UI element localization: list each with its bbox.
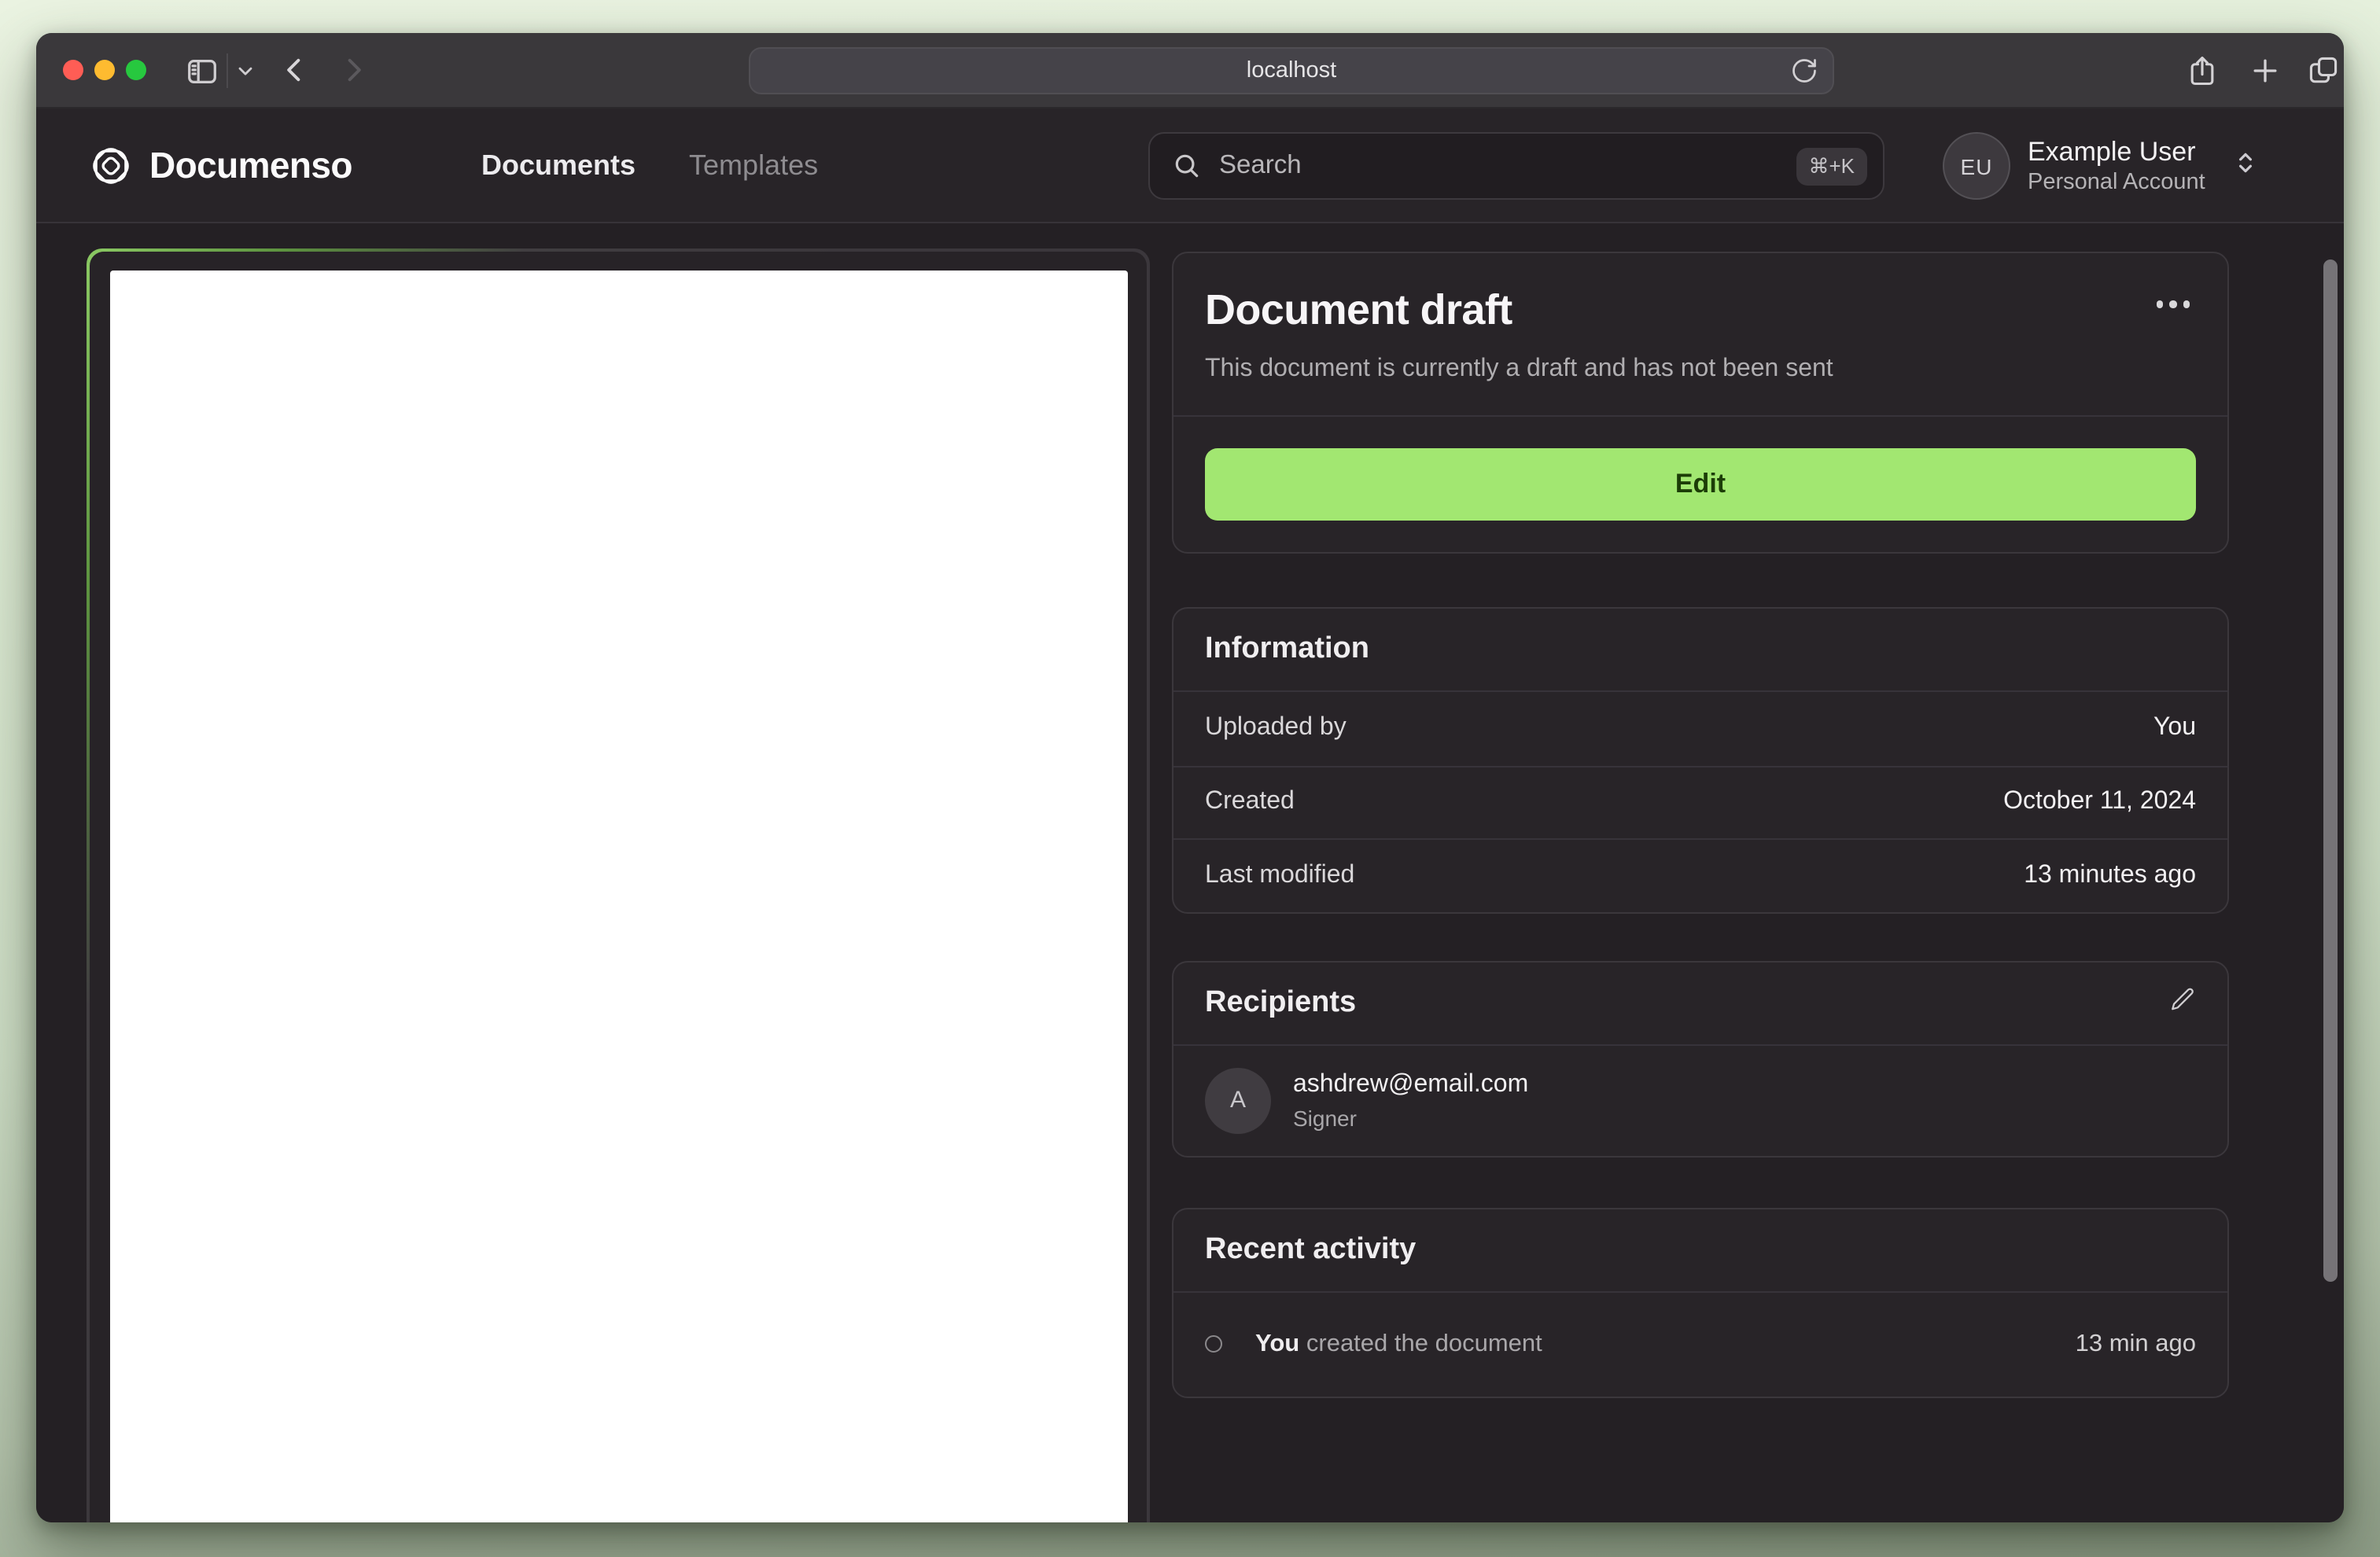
account-menu[interactable]: EU Example User Personal Account bbox=[1943, 109, 2259, 223]
info-value: 13 minutes ago bbox=[2024, 861, 2196, 889]
nav-templates[interactable]: Templates bbox=[689, 149, 818, 182]
activity-actor: You bbox=[1255, 1330, 1300, 1356]
browser-window: localhost Documenso Documents Templates … bbox=[36, 33, 2344, 1522]
draft-card-header: Document draft This document is currentl… bbox=[1173, 253, 2227, 417]
info-label: Created bbox=[1205, 788, 1295, 815]
main-content: Document draft This document is currentl… bbox=[36, 223, 2344, 1522]
information-card-header: Information bbox=[1173, 609, 2227, 692]
information-rows: Uploaded by You Created October 11, 2024… bbox=[1173, 692, 2227, 911]
desktop: localhost Documenso Documents Templates … bbox=[0, 0, 2380, 1557]
user-account-type: Personal Account bbox=[2028, 170, 2205, 196]
recipient-email: ashdrew@email.com bbox=[1293, 1070, 1529, 1097]
new-tab-icon[interactable] bbox=[2248, 53, 2282, 88]
info-value: October 11, 2024 bbox=[2003, 788, 2196, 815]
user-name: Example User bbox=[2028, 136, 2196, 167]
draft-card-subtitle: This document is currently a draft and h… bbox=[1205, 355, 1833, 382]
tab-overview-icon[interactable] bbox=[2306, 53, 2341, 88]
document-preview-panel bbox=[87, 248, 1150, 1522]
scrollbar-thumb[interactable] bbox=[2323, 260, 2338, 1282]
info-row-last-modified: Last modified 13 minutes ago bbox=[1173, 838, 2227, 911]
activity-item: You created the document 13 min ago bbox=[1173, 1292, 2227, 1396]
search-shortcut-badge: ⌘+K bbox=[1796, 147, 1867, 185]
chevron-up-down-icon bbox=[2232, 149, 2259, 183]
brand-logo[interactable]: Documenso bbox=[90, 109, 352, 223]
edit-button[interactable]: Edit bbox=[1205, 448, 2196, 521]
activity-description: You created the document bbox=[1255, 1330, 2076, 1358]
avatar: EU bbox=[1943, 132, 2010, 200]
document-draft-card: Document draft This document is currentl… bbox=[1172, 252, 2229, 554]
address-bar-url: localhost bbox=[1246, 58, 1337, 83]
recent-activity-card-title: Recent activity bbox=[1205, 1232, 1417, 1265]
recipient-role: Signer bbox=[1293, 1105, 1357, 1130]
share-icon[interactable] bbox=[2185, 53, 2220, 88]
info-label: Last modified bbox=[1205, 861, 1355, 889]
info-value: You bbox=[2153, 714, 2196, 742]
activity-status-icon bbox=[1205, 1335, 1222, 1353]
minimize-window-button[interactable] bbox=[94, 60, 115, 80]
reload-icon[interactable] bbox=[1790, 57, 1818, 93]
app-header: Documenso Documents Templates Search ⌘+K… bbox=[36, 109, 2344, 223]
draft-card-title: Document draft bbox=[1205, 286, 1512, 333]
recipient-row: A ashdrew@email.com Signer bbox=[1173, 1045, 2227, 1155]
back-button-icon[interactable] bbox=[278, 53, 311, 86]
browser-toolbar: localhost bbox=[36, 33, 2344, 109]
main-nav: Documents Templates bbox=[481, 109, 818, 223]
information-card: Information Uploaded by You Created Octo… bbox=[1172, 607, 2229, 913]
close-window-button[interactable] bbox=[63, 60, 83, 80]
more-options-icon[interactable] bbox=[2150, 294, 2196, 314]
toolbar-divider bbox=[227, 53, 228, 88]
information-card-title: Information bbox=[1205, 632, 1369, 665]
edit-recipients-icon[interactable] bbox=[2169, 985, 2196, 1020]
recipients-card-title: Recipients bbox=[1205, 985, 1357, 1018]
forward-button-icon[interactable] bbox=[337, 53, 370, 86]
documenso-logo-icon bbox=[93, 148, 129, 184]
info-row-uploaded-by: Uploaded by You bbox=[1173, 692, 2227, 765]
info-row-created: Created October 11, 2024 bbox=[1173, 765, 2227, 838]
recipients-card-header: Recipients bbox=[1173, 962, 2227, 1045]
recent-activity-card: Recent activity You created the document… bbox=[1172, 1207, 2229, 1397]
sidebar-toggle-icon[interactable] bbox=[184, 53, 220, 90]
recipient-avatar: A bbox=[1205, 1067, 1271, 1133]
search-placeholder: Search bbox=[1219, 151, 1302, 179]
recent-activity-card-header: Recent activity bbox=[1173, 1209, 2227, 1292]
document-sidebar: Document draft This document is currentl… bbox=[1172, 252, 2229, 1397]
search-input[interactable]: Search ⌘+K bbox=[1148, 132, 1884, 200]
brand-name: Documenso bbox=[149, 145, 352, 186]
nav-documents[interactable]: Documents bbox=[481, 149, 636, 182]
search-icon bbox=[1175, 154, 1199, 178]
document-page-preview bbox=[110, 271, 1128, 1522]
activity-action: created the document bbox=[1306, 1330, 1542, 1356]
recipients-card: Recipients A ashdrew@email.com Signer bbox=[1172, 960, 2229, 1157]
activity-time: 13 min ago bbox=[2075, 1330, 2196, 1356]
info-label: Uploaded by bbox=[1205, 714, 1347, 742]
draft-card-actions: Edit bbox=[1173, 417, 2227, 552]
document-preview-frame bbox=[90, 252, 1147, 1522]
chevron-down-icon[interactable] bbox=[234, 60, 256, 82]
zoom-window-button[interactable] bbox=[126, 60, 146, 80]
address-bar[interactable]: localhost bbox=[749, 47, 1834, 94]
